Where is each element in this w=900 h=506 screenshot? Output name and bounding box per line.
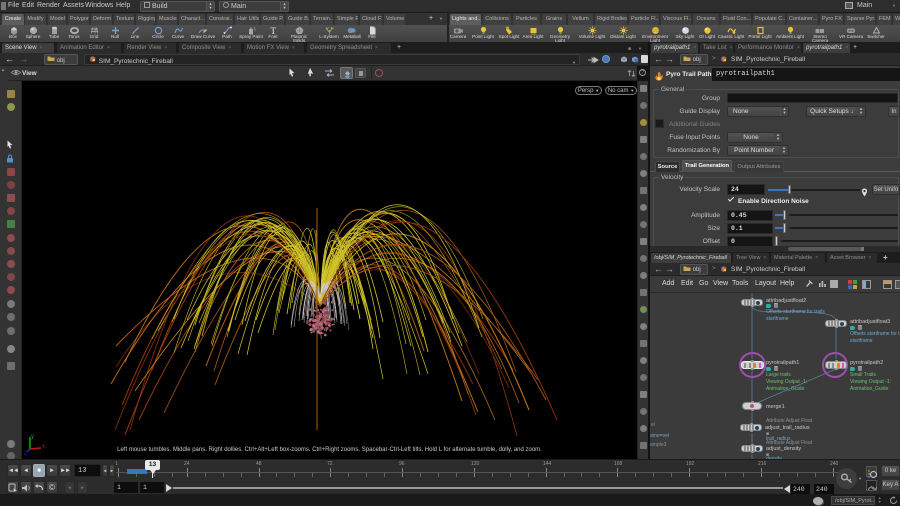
svg-text:y: y [31, 434, 34, 440]
svg-text:x: x [42, 444, 45, 450]
svg-text:z: z [24, 451, 27, 456]
svg-text:T: T [270, 26, 276, 35]
